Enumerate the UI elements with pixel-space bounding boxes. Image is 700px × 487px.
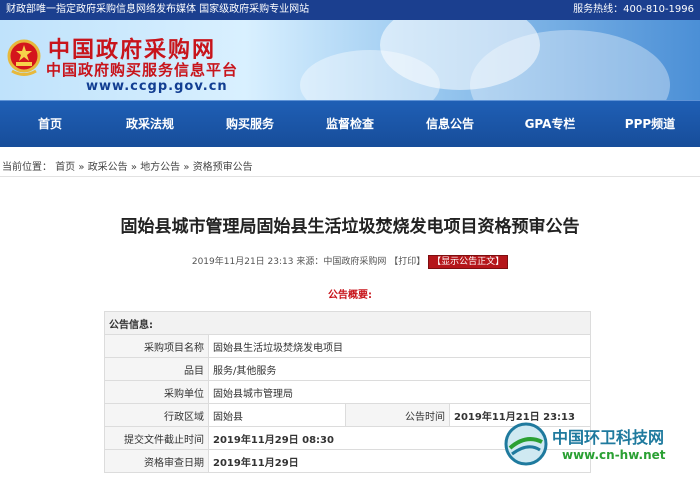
field-label: 提交文件截止时间 — [104, 426, 209, 450]
nav-item-supervision[interactable]: 监督检查 — [300, 101, 400, 147]
nav-item-gpa[interactable]: GPA专栏 — [500, 101, 600, 147]
service-hotline: 服务热线：400-810-1996 — [573, 4, 694, 15]
field-label: 采购单位 — [104, 380, 209, 404]
table-row: 采购项目名称 固始县生活垃圾焚烧发电项目 — [104, 334, 591, 358]
table-row: 公告信息: — [104, 311, 591, 335]
site-logo-subtitle: 中国政府购买服务信息平台 — [46, 61, 239, 79]
watermark-site-name: 中国环卫科技网 — [552, 428, 665, 447]
show-notice-button[interactable]: 【显示公告正文】 — [428, 255, 509, 269]
field-label: 资格审查日期 — [104, 449, 209, 473]
top-slogan: 财政部唯一指定政府采购信息网络发布媒体 国家级政府采购专业网站 — [6, 4, 310, 15]
globe-logo-icon — [504, 422, 548, 466]
nav-item-announcements[interactable]: 信息公告 — [400, 101, 500, 147]
field-label: 公告时间 — [345, 403, 450, 427]
field-label: 行政区域 — [104, 403, 209, 427]
nav-item-home[interactable]: 首页 — [0, 101, 100, 147]
breadcrumb-item-procurement[interactable]: 政采公告 — [88, 162, 128, 173]
site-banner: 中国政府采购网 中国政府购买服务信息平台 www.ccgp.gov.cn — [0, 20, 700, 100]
national-emblem-icon — [7, 39, 41, 76]
field-label: 品目 — [104, 357, 209, 381]
top-info-bar: 财政部唯一指定政府采购信息网络发布媒体 国家级政府采购专业网站 服务热线：400… — [0, 0, 700, 20]
site-logo-url: www.ccgp.gov.cn — [86, 79, 228, 94]
field-value: 服务/其他服务 — [208, 357, 591, 381]
breadcrumb-separator: » — [183, 162, 190, 173]
table-row: 品目 服务/其他服务 — [104, 357, 591, 381]
publish-datetime: 2019年11月21日 23:13 — [191, 257, 294, 267]
article-meta: 2019年11月21日 23:13 来源：中国政府采购网 【打印】 【显示公告正… — [0, 254, 700, 269]
breadcrumb-item-home[interactable]: 首页 — [55, 162, 75, 173]
breadcrumb-prefix: 当前位置： — [2, 162, 52, 173]
main-nav: 首页 政采法规 购买服务 监督检查 信息公告 GPA专栏 PPP频道 — [0, 100, 700, 147]
breadcrumb-item-prequalification[interactable]: 资格预审公告 — [193, 162, 253, 173]
field-value: 固始县生活垃圾焚烧发电项目 — [208, 334, 591, 358]
field-value: 固始县城市管理局 — [208, 380, 591, 404]
table-header-cell: 公告信息: — [104, 311, 591, 335]
nav-item-regulations[interactable]: 政采法规 — [100, 101, 200, 147]
watermark: 中国环卫科技网 www.cn-hw.net — [500, 418, 700, 486]
nav-item-ppp[interactable]: PPP频道 — [600, 101, 700, 147]
field-value: 固始县 — [208, 403, 346, 427]
watermark-site-url: www.cn-hw.net — [562, 448, 666, 462]
source-label: 来源：中国政府采购网 — [296, 257, 387, 267]
breadcrumb-separator: » — [78, 162, 85, 173]
breadcrumb-item-local[interactable]: 地方公告 — [140, 162, 180, 173]
nav-item-purchase-services[interactable]: 购买服务 — [200, 101, 300, 147]
summary-heading: 公告概要: — [328, 290, 372, 301]
page-title: 固始县城市管理局固始县生活垃圾焚烧发电项目资格预审公告 — [120, 217, 580, 237]
breadcrumb-separator: » — [130, 162, 137, 173]
print-link[interactable]: 【打印】 — [389, 257, 425, 267]
table-row: 采购单位 固始县城市管理局 — [104, 380, 591, 404]
field-label: 采购项目名称 — [104, 334, 209, 358]
